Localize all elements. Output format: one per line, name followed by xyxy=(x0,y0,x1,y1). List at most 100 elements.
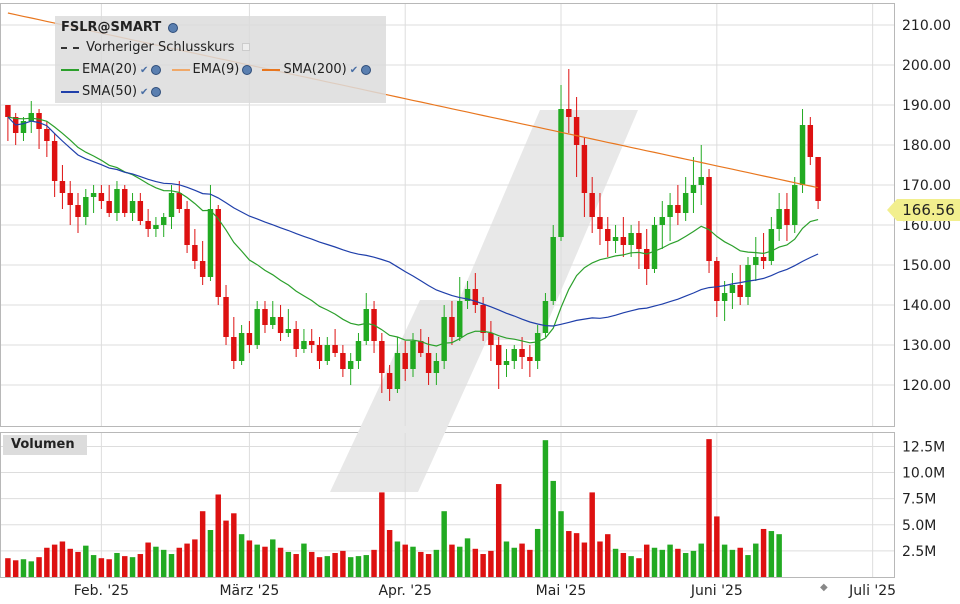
price-tick-label: 120.00 xyxy=(902,378,951,394)
volume-bar xyxy=(706,439,712,577)
volume-bar xyxy=(192,539,198,577)
candle-body xyxy=(59,181,66,193)
check-icon[interactable]: ✔ xyxy=(350,62,358,80)
candle-body xyxy=(145,221,151,229)
volume-bar xyxy=(589,492,595,577)
volume-bar xyxy=(581,542,588,577)
candle-body xyxy=(519,349,525,357)
volume-bar xyxy=(768,531,775,577)
volume-bar xyxy=(643,544,650,577)
volume-bar xyxy=(402,544,408,577)
ema9-label: EMA(9) xyxy=(192,62,240,77)
volume-bar xyxy=(262,546,268,577)
volume-bar xyxy=(363,555,369,577)
candle-body xyxy=(605,229,611,241)
volume-bar xyxy=(293,554,299,577)
volume-bar xyxy=(550,480,556,577)
volume-bar xyxy=(667,544,673,577)
x-axis-label: März '25 xyxy=(219,583,279,599)
volume-bar xyxy=(457,546,463,577)
volume-bar xyxy=(495,484,502,577)
candle-body xyxy=(402,353,408,369)
candle-body xyxy=(246,333,253,345)
globe-icon[interactable] xyxy=(168,22,179,33)
candle-body xyxy=(207,209,214,277)
volume-bar xyxy=(347,557,354,577)
candle-body xyxy=(620,237,627,245)
sma50-label: SMA(50) xyxy=(82,84,138,99)
scroll-arrow-icon[interactable]: ◆ xyxy=(820,582,828,593)
price-tick-label: 200.00 xyxy=(902,58,951,74)
volume-bar xyxy=(44,547,50,577)
candle-body xyxy=(714,261,720,301)
price-tick-label: 210.00 xyxy=(902,18,951,34)
check-icon[interactable]: ✔ xyxy=(140,62,148,80)
candle-body xyxy=(815,157,821,201)
legend-ema20[interactable]: EMA(20) ✔ xyxy=(61,61,162,80)
volume-bar xyxy=(67,548,73,577)
candle-body xyxy=(184,209,190,245)
volume-bar xyxy=(340,550,346,577)
candle-body xyxy=(293,329,299,349)
volume-bar xyxy=(371,549,377,577)
volume-bar xyxy=(246,540,253,577)
globe-icon[interactable] xyxy=(361,64,372,75)
candle-body xyxy=(44,129,50,141)
volume-bar xyxy=(480,554,486,577)
candle-body xyxy=(168,193,175,217)
volume-bar xyxy=(20,559,27,577)
volume-bar xyxy=(760,528,767,577)
volume-bar xyxy=(433,549,440,577)
legend-sma200[interactable]: SMA(200) ✔ xyxy=(262,61,372,80)
volume-bar xyxy=(215,494,221,577)
candle-body xyxy=(682,193,689,213)
candle-body xyxy=(324,345,331,361)
volume-bar xyxy=(59,541,66,577)
candle-body xyxy=(690,185,697,193)
check-icon[interactable]: ✔ xyxy=(140,84,148,102)
candle-body xyxy=(129,201,136,213)
candle-body xyxy=(589,193,595,217)
candle-body xyxy=(277,317,284,333)
candle-body xyxy=(270,317,276,325)
toggle-box-icon[interactable] xyxy=(241,43,250,51)
candle-body xyxy=(36,113,42,129)
globe-icon[interactable] xyxy=(242,64,253,75)
globe-icon[interactable] xyxy=(151,64,162,75)
chart-root[interactable]: 120.00 130.00 140.00 150.00 160.00 170.00 180.… xyxy=(0,0,960,600)
volume-bar xyxy=(332,552,338,577)
last-price-badge: 166.56 xyxy=(887,199,960,221)
volume-bar xyxy=(137,554,144,577)
volume-bar xyxy=(425,554,432,577)
legend-indicators-row: EMA(20) ✔ EMA(9) SMA(200) ✔ xyxy=(61,61,377,79)
candle-body xyxy=(706,177,712,261)
candle-body xyxy=(160,217,167,225)
price-tick-label: 140.00 xyxy=(902,298,951,314)
ema20-swatch-icon xyxy=(61,68,79,71)
candle-body xyxy=(262,309,268,325)
ema20-label: EMA(20) xyxy=(82,62,138,77)
globe-icon[interactable] xyxy=(151,86,162,97)
candle-body xyxy=(667,205,673,217)
candle-body xyxy=(5,105,11,117)
volume-bar xyxy=(379,492,385,577)
price-tick-label: 170.00 xyxy=(902,178,951,194)
volume-bar xyxy=(620,552,627,577)
candle-body xyxy=(285,329,292,333)
candle-body xyxy=(425,353,432,373)
ema9-swatch-icon xyxy=(171,68,190,71)
candle-body xyxy=(566,109,572,117)
candle-body xyxy=(597,217,603,229)
candle-body xyxy=(355,341,362,361)
candle-body xyxy=(573,117,580,145)
candle-body xyxy=(659,217,666,225)
volume-panel-frame xyxy=(0,432,895,578)
legend-sma50[interactable]: SMA(50) ✔ xyxy=(61,83,162,102)
volume-bar xyxy=(160,549,167,577)
legend-ema9[interactable]: EMA(9) xyxy=(171,61,253,79)
volume-tick-label: 2.5M xyxy=(902,544,936,560)
volume-bar xyxy=(122,556,128,577)
volume-tick-label: 7.5M xyxy=(902,492,936,508)
candle-body xyxy=(643,249,650,269)
x-axis-label: Mai '25 xyxy=(536,583,587,599)
